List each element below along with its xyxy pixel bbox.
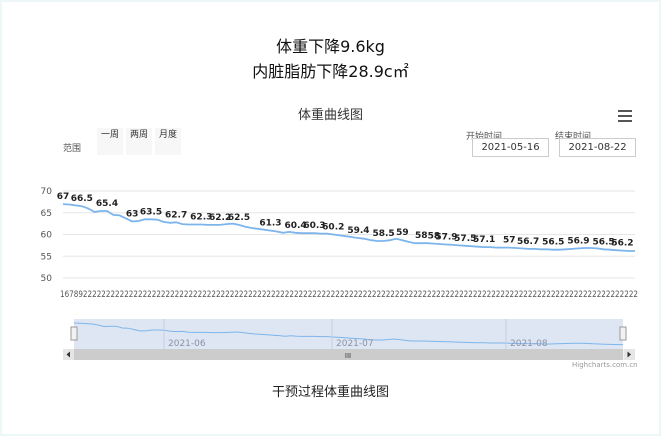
chart-caption: 干预过程体重曲线图 [271,385,389,400]
data-label: 67 [57,192,70,202]
data-label: 60.2 [322,223,344,233]
data-label: 58.5 [372,229,394,239]
data-label: 61.3 [259,219,281,229]
data-label: 63 [126,209,139,219]
data-label: 56.9 [567,236,589,246]
navigator-label-jul: 2021-07 [336,339,374,349]
x-axis-tick-labels: 1678922222222222222222222222222222222222… [60,290,638,300]
data-label: 59 [396,228,409,238]
data-label: 62.7 [165,210,187,220]
weight-line-chart: 50 55 60 65 70 16789222222222222222222222222… [41,187,638,360]
y-tick-label: 50 [41,274,53,284]
y-tick-label: 65 [41,209,52,219]
scrollbar-grip-icon: III [345,352,351,360]
data-label: 65.4 [96,199,118,209]
data-label: 57 [503,236,516,246]
data-label: 62.5 [228,213,250,223]
scrollbar[interactable]: III [63,349,635,360]
data-label: 56.7 [517,237,539,247]
navigator-label-aug: 2021-08 [510,339,548,349]
navigator[interactable]: 2021-06 2021-07 2021-08 [70,319,627,349]
navigator-right-handle[interactable] [619,326,627,341]
data-label: 56.2 [611,239,633,249]
data-label: 57.1 [473,235,495,245]
y-tick-label: 70 [41,187,53,197]
credits-link[interactable]: Highcharts.com.cn [572,361,638,369]
navigator-label-jun: 2021-06 [168,339,206,349]
y-axis: 50 55 60 65 70 [41,187,53,284]
data-label: 63.5 [140,207,162,217]
data-label: 59.4 [347,226,369,236]
data-label: 56.5 [542,238,564,248]
data-label: 66.5 [71,194,93,204]
y-tick-label: 60 [41,231,53,241]
data-label: 58 [415,231,428,241]
navigator-left-handle[interactable] [70,326,78,341]
y-tick-label: 55 [41,252,52,262]
